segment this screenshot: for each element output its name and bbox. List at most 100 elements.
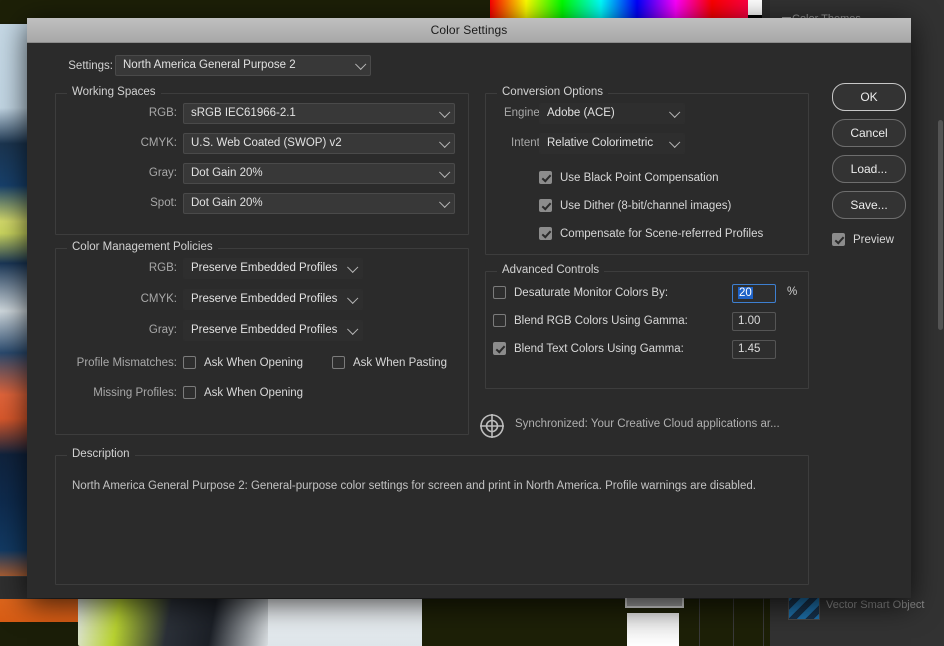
- checkbox-box-icon: [183, 386, 196, 399]
- profile-mismatches-label: Profile Mismatches:: [76, 357, 177, 369]
- blend-rgb-gamma-value: 1.00: [738, 315, 761, 327]
- advanced-legend: Advanced Controls: [497, 264, 605, 276]
- checkbox-box-icon: [332, 356, 345, 369]
- use-dither-label: Use Dither (8-bit/channel images): [560, 199, 732, 212]
- policy-cmyk-label: CMYK:: [140, 293, 177, 305]
- preview-checkbox[interactable]: Preview: [832, 233, 894, 246]
- blend-rgb-gamma-label: Blend RGB Colors Using Gamma:: [514, 314, 688, 327]
- policies-legend: Color Management Policies: [67, 241, 218, 253]
- swatch-white[interactable]: [748, 0, 762, 15]
- working-gray-label: Gray:: [148, 167, 177, 179]
- sync-target-icon: [480, 414, 504, 438]
- chevron-down-icon: [439, 196, 451, 208]
- ok-button-label: OK: [860, 90, 878, 104]
- screen-root: Color Themes eavy, 15 ook, 13 ng:12p ct …: [0, 0, 944, 646]
- working-gray-select[interactable]: Dot Gain 20%: [183, 163, 455, 184]
- checkbox-checked-icon: [539, 199, 552, 212]
- save-button-label: Save...: [850, 198, 888, 212]
- working-rgb-value: sRGB IEC61966-2.1: [191, 107, 296, 119]
- working-gray-value: Dot Gain 20%: [191, 167, 263, 179]
- checkbox-box-icon: [183, 356, 196, 369]
- working-spot-select[interactable]: Dot Gain 20%: [183, 193, 455, 214]
- canvas-divider-3: [763, 596, 764, 646]
- chevron-down-icon: [439, 136, 451, 148]
- missing-ask-opening-checkbox[interactable]: Ask When Opening: [183, 386, 303, 399]
- blend-text-gamma-value: 1.45: [738, 343, 761, 355]
- policy-rgb-select[interactable]: Preserve Embedded Profiles: [183, 258, 363, 279]
- percent-suffix: %: [787, 286, 798, 298]
- black-point-compensation-checkbox[interactable]: Use Black Point Compensation: [539, 171, 719, 184]
- blend-text-gamma-checkbox[interactable]: Blend Text Colors Using Gamma:: [493, 342, 684, 355]
- mismatch-ask-pasting-checkbox[interactable]: Ask When Pasting: [332, 356, 447, 369]
- checkbox-box-icon: [493, 314, 506, 327]
- load-button[interactable]: Load...: [832, 155, 906, 183]
- working-cmyk-label: CMYK:: [140, 137, 177, 149]
- chevron-down-icon: [669, 136, 681, 148]
- dialog-titlebar[interactable]: Color Settings: [27, 18, 911, 43]
- canvas-divider-1: [699, 596, 700, 646]
- policy-gray-label: Gray:: [148, 324, 177, 336]
- missing-ask-opening-label: Ask When Opening: [204, 386, 304, 399]
- policy-rgb-label: RGB:: [148, 262, 177, 274]
- chevron-down-icon: [347, 292, 359, 304]
- chevron-down-icon: [439, 106, 451, 118]
- canvas-olive-band: [422, 596, 772, 646]
- blend-rgb-gamma-checkbox[interactable]: Blend RGB Colors Using Gamma:: [493, 314, 688, 327]
- chevron-down-icon: [355, 58, 367, 70]
- layers-scrollbar[interactable]: [938, 120, 943, 330]
- engine-select[interactable]: Adobe (ACE): [539, 103, 685, 124]
- working-cmyk-value: U.S. Web Coated (SWOP) v2: [191, 137, 342, 149]
- mismatch-ask-opening-label: Ask When Opening: [204, 356, 304, 369]
- policy-cmyk-value: Preserve Embedded Profiles: [191, 293, 338, 305]
- black-point-compensation-label: Use Black Point Compensation: [560, 171, 719, 184]
- settings-label: Settings:: [68, 60, 113, 72]
- chevron-down-icon: [347, 323, 359, 335]
- layer-name: Vector Smart Object: [826, 599, 925, 611]
- checkbox-checked-icon: [493, 342, 506, 355]
- description-legend: Description: [67, 448, 135, 460]
- mismatch-ask-pasting-label: Ask When Pasting: [353, 356, 447, 369]
- canvas-divider-2: [733, 596, 734, 646]
- checkbox-checked-icon: [832, 233, 845, 246]
- blend-rgb-gamma-input[interactable]: 1.00: [732, 312, 776, 331]
- checkbox-checked-icon: [539, 227, 552, 240]
- settings-preset-value: North America General Purpose 2: [123, 59, 296, 71]
- scene-referred-label: Compensate for Scene-referred Profiles: [560, 227, 764, 240]
- working-spaces-legend: Working Spaces: [67, 86, 161, 98]
- policy-gray-value: Preserve Embedded Profiles: [191, 324, 338, 336]
- checkbox-checked-icon: [539, 171, 552, 184]
- sync-status-text: Synchronized: Your Creative Cloud applic…: [515, 418, 780, 430]
- desaturate-monitor-value: 20: [738, 287, 753, 299]
- intent-value: Relative Colorimetric: [547, 137, 654, 149]
- desaturate-monitor-label: Desaturate Monitor Colors By:: [514, 286, 669, 299]
- policy-gray-select[interactable]: Preserve Embedded Profiles: [183, 320, 363, 341]
- desaturate-monitor-checkbox[interactable]: Desaturate Monitor Colors By:: [493, 286, 668, 299]
- intent-label: Intent:: [511, 137, 543, 149]
- load-button-label: Load...: [850, 162, 888, 176]
- ok-button[interactable]: OK: [832, 83, 906, 111]
- blend-text-gamma-label: Blend Text Colors Using Gamma:: [514, 342, 684, 355]
- chevron-down-icon: [669, 106, 681, 118]
- blend-text-gamma-input[interactable]: 1.45: [732, 340, 776, 359]
- checkbox-box-icon: [493, 286, 506, 299]
- scene-referred-checkbox[interactable]: Compensate for Scene-referred Profiles: [539, 227, 763, 240]
- settings-preset-select[interactable]: North America General Purpose 2: [115, 55, 371, 76]
- dialog-title: Color Settings: [430, 23, 508, 37]
- cancel-button[interactable]: Cancel: [832, 119, 906, 147]
- working-spot-label: Spot:: [150, 197, 177, 209]
- chevron-down-icon: [347, 261, 359, 273]
- working-rgb-select[interactable]: sRGB IEC61966-2.1: [183, 103, 455, 124]
- color-settings-dialog: Color Settings Settings: North America G…: [27, 18, 911, 598]
- working-rgb-label: RGB:: [148, 107, 177, 119]
- cancel-button-label: Cancel: [850, 126, 888, 140]
- intent-select[interactable]: Relative Colorimetric: [539, 133, 685, 154]
- engine-label: Engine:: [503, 107, 543, 119]
- save-button[interactable]: Save...: [832, 191, 906, 219]
- mismatch-ask-opening-checkbox[interactable]: Ask When Opening: [183, 356, 303, 369]
- policy-cmyk-select[interactable]: Preserve Embedded Profiles: [183, 289, 363, 310]
- engine-value: Adobe (ACE): [547, 107, 615, 119]
- use-dither-checkbox[interactable]: Use Dither (8-bit/channel images): [539, 199, 731, 212]
- desaturate-monitor-input[interactable]: 20: [732, 284, 776, 303]
- description-group: Description North America General Purpos…: [55, 448, 809, 585]
- working-cmyk-select[interactable]: U.S. Web Coated (SWOP) v2: [183, 133, 455, 154]
